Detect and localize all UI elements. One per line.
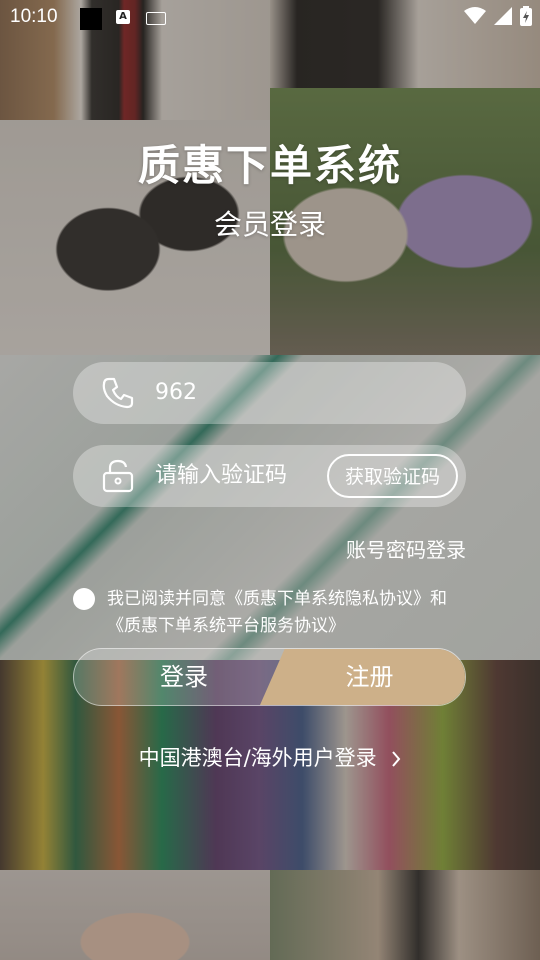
password-login-link[interactable]: 账号密码登录 <box>346 534 466 563</box>
phone-input-value[interactable]: 962 <box>155 362 197 424</box>
a-icon: A <box>116 10 130 24</box>
overseas-login-label: 中国港澳台/海外用户登录 <box>138 746 377 770</box>
login-button-label: 登录 <box>160 663 208 691</box>
keyboard-icon <box>146 12 166 25</box>
wifi-icon <box>464 7 486 24</box>
page-subtitle: 会员登录 <box>213 208 326 241</box>
auth-button-group: 登录 注册 <box>73 648 466 706</box>
phone-field[interactable]: 962 <box>73 362 466 424</box>
agreement-line-2[interactable]: 《质惠下单系统平台服务协议》 <box>107 613 477 640</box>
phone-icon <box>102 377 134 409</box>
get-code-button[interactable]: 获取验证码 <box>326 454 458 498</box>
chevron-right-icon <box>392 751 401 767</box>
status-time: 10:10 <box>10 6 58 27</box>
register-button-label: 注册 <box>345 663 394 691</box>
battery-icon <box>520 6 532 26</box>
signal-icon <box>494 7 512 25</box>
overseas-login-link[interactable]: 中国港澳台/海外用户登录 <box>0 742 540 772</box>
code-field[interactable]: 请输入验证码 获取验证码 <box>73 445 466 507</box>
register-button[interactable]: 注册 <box>260 649 465 705</box>
agreement-line-1[interactable]: 我已阅读并同意《质惠下单系统隐私协议》和 <box>107 586 477 613</box>
agreement-text: 我已阅读并同意《质惠下单系统隐私协议》和 《质惠下单系统平台服务协议》 <box>107 586 477 640</box>
code-input-placeholder[interactable]: 请输入验证码 <box>155 445 287 507</box>
unlock-icon <box>102 459 134 493</box>
notification-icon <box>80 8 102 30</box>
login-button[interactable]: 登录 <box>74 649 294 705</box>
agreement-radio[interactable] <box>73 588 95 610</box>
status-bar: 10:10 A <box>0 0 540 36</box>
page-title: 质惠下单系统 <box>137 141 402 190</box>
